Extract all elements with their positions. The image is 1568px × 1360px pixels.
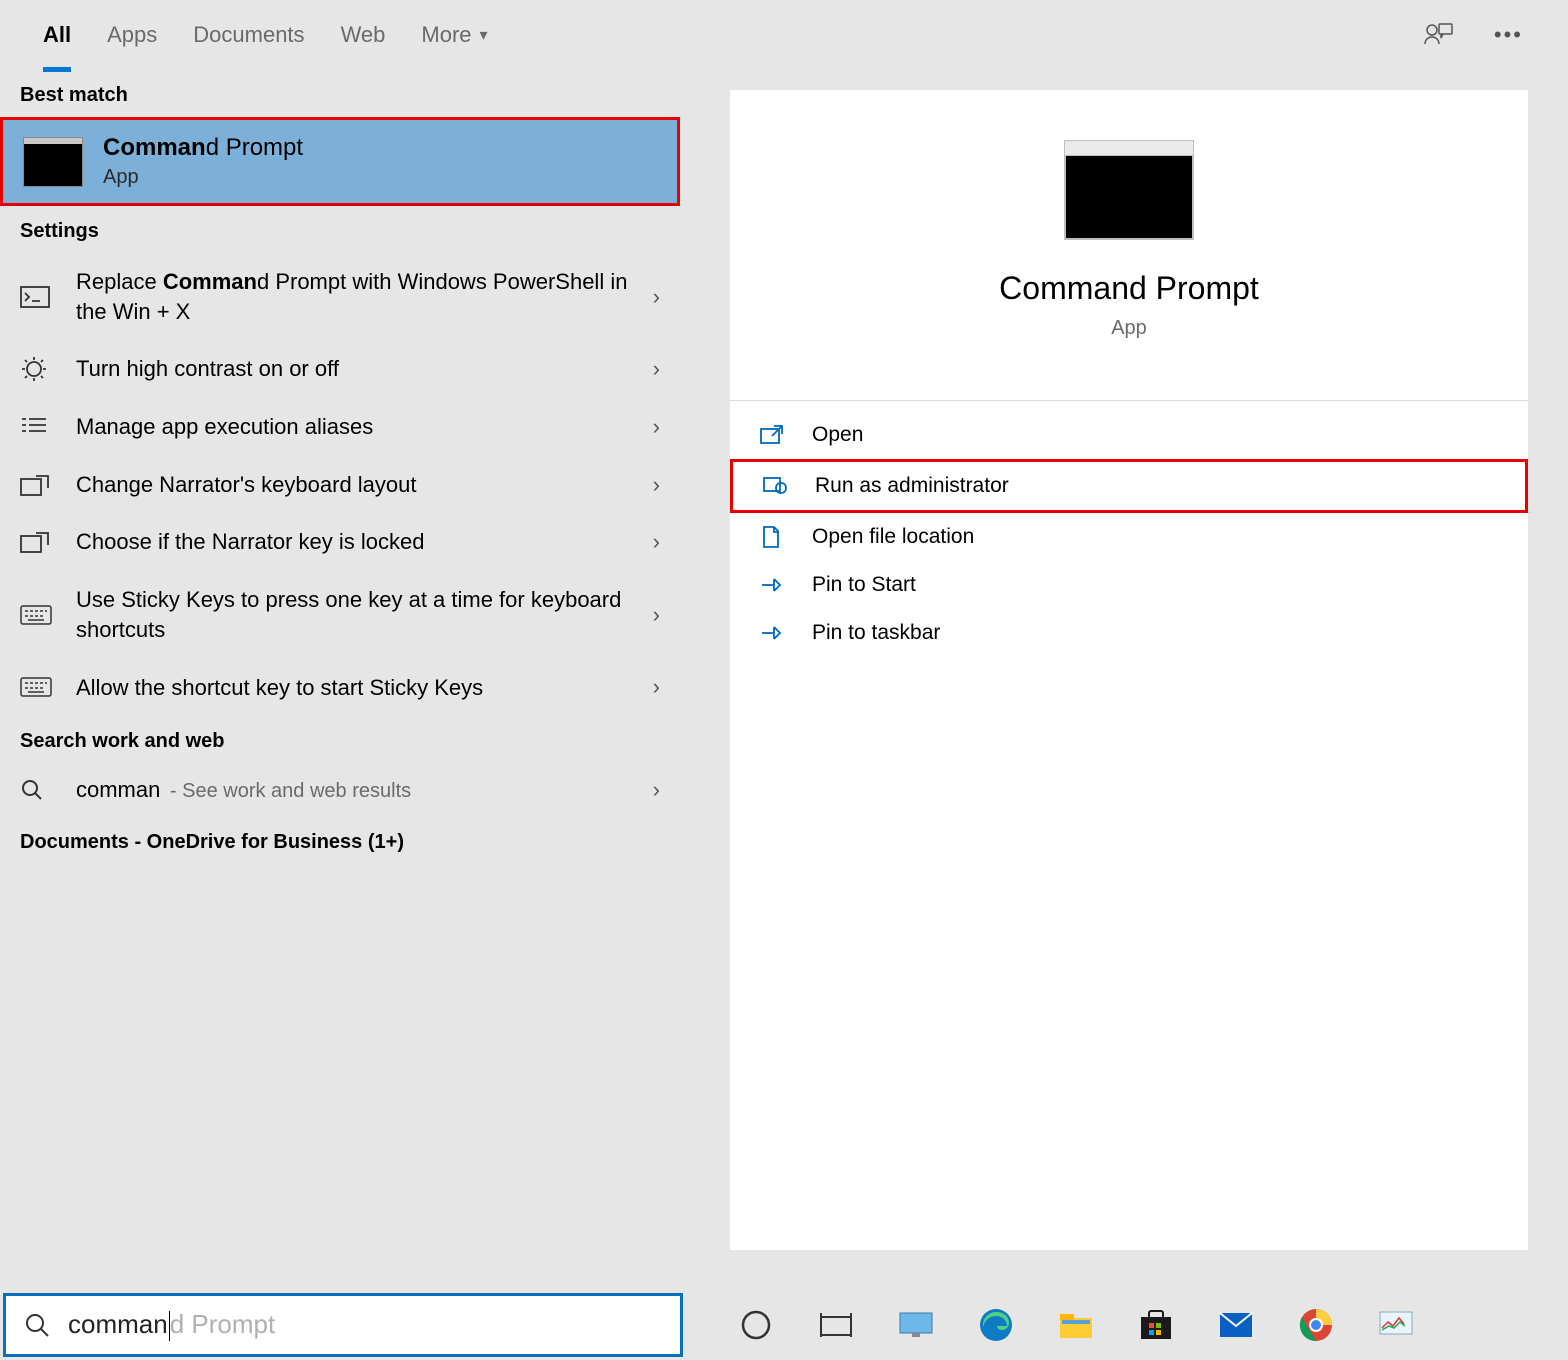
mail-icon[interactable] xyxy=(1216,1305,1256,1345)
search-box[interactable]: command Prompt xyxy=(3,1293,683,1357)
action-label: Open xyxy=(812,423,863,447)
tab-web[interactable]: Web xyxy=(323,0,404,70)
action-label: Pin to taskbar xyxy=(812,621,940,645)
section-best-match: Best match xyxy=(0,70,680,117)
settings-item-label: Change Narrator's keyboard layout xyxy=(76,470,633,500)
action-label: Pin to Start xyxy=(812,573,916,597)
chevron-down-icon: ▾ xyxy=(480,25,488,45)
action-label: Run as administrator xyxy=(815,474,1009,498)
search-icon xyxy=(20,778,56,802)
settings-item-label: Allow the shortcut key to start Sticky K… xyxy=(76,673,633,703)
pin-icon xyxy=(760,623,788,643)
settings-item-label: Manage app execution aliases xyxy=(76,412,633,442)
chevron-right-icon: › xyxy=(653,674,660,700)
action-pin-start[interactable]: Pin to Start xyxy=(730,561,1528,609)
settings-item[interactable]: Use Sticky Keys to press one key at a ti… xyxy=(0,571,680,658)
settings-item[interactable]: Manage app execution aliases › xyxy=(0,398,680,456)
chevron-right-icon: › xyxy=(653,472,660,498)
results-panel: Best match Command Prompt App Settings R… xyxy=(0,70,680,1260)
tab-more[interactable]: More▾ xyxy=(403,0,505,70)
search-filter-tabs: All Apps Documents Web More▾ ••• xyxy=(0,0,1568,70)
tab-apps[interactable]: Apps xyxy=(89,0,175,70)
narrator-icon xyxy=(20,530,56,554)
chevron-right-icon: › xyxy=(653,414,660,440)
preview-panel: Command Prompt App Open Run as administr… xyxy=(730,90,1528,1250)
contrast-icon xyxy=(20,355,56,383)
admin-icon xyxy=(763,475,791,497)
monitor-app-icon[interactable] xyxy=(1376,1305,1416,1345)
tab-all[interactable]: All xyxy=(25,0,89,70)
cortana-icon[interactable] xyxy=(736,1305,776,1345)
search-input[interactable]: command Prompt xyxy=(68,1309,662,1341)
action-open[interactable]: Open xyxy=(730,411,1528,459)
keyboard-icon xyxy=(20,605,56,625)
settings-item-label: Choose if the Narrator key is locked xyxy=(76,527,633,557)
web-query: comman xyxy=(76,777,160,802)
console-icon xyxy=(20,286,56,308)
chevron-right-icon: › xyxy=(653,284,660,310)
search-icon xyxy=(24,1312,50,1338)
settings-item[interactable]: Change Narrator's keyboard layout › xyxy=(0,456,680,514)
narrator-icon xyxy=(20,473,56,497)
explorer-icon[interactable] xyxy=(1056,1305,1096,1345)
action-open-location[interactable]: Open file location xyxy=(730,513,1528,561)
cmd-prompt-icon xyxy=(23,137,83,187)
taskbar-tray xyxy=(686,1290,1568,1360)
best-match-result[interactable]: Command Prompt App xyxy=(0,117,680,206)
settings-item-label: Turn high contrast on or off xyxy=(76,354,633,384)
action-pin-taskbar[interactable]: Pin to taskbar xyxy=(730,609,1528,657)
preview-app-icon xyxy=(1064,140,1194,240)
chevron-right-icon: › xyxy=(653,777,660,803)
web-search-item[interactable]: comman - See work and web results › xyxy=(0,763,680,817)
edge-icon[interactable] xyxy=(976,1305,1016,1345)
keyboard-icon xyxy=(20,677,56,697)
preview-subtitle: App xyxy=(730,317,1528,340)
settings-item[interactable]: Turn high contrast on or off › xyxy=(0,340,680,398)
chevron-right-icon: › xyxy=(653,529,660,555)
section-settings: Settings xyxy=(0,206,680,253)
settings-item-label: Use Sticky Keys to press one key at a ti… xyxy=(76,585,633,644)
taskbar: command Prompt xyxy=(0,1290,1568,1360)
section-search-web: Search work and web xyxy=(0,716,680,763)
action-label: Open file location xyxy=(812,525,974,549)
desktop-app-icon[interactable] xyxy=(896,1305,936,1345)
folder-icon xyxy=(760,525,788,549)
taskview-icon[interactable] xyxy=(816,1305,856,1345)
chevron-right-icon: › xyxy=(653,602,660,628)
aliases-icon xyxy=(20,415,56,439)
tab-documents[interactable]: Documents xyxy=(175,0,322,70)
action-run-admin[interactable]: Run as administrator xyxy=(730,459,1528,513)
section-documents-onedrive: Documents - OneDrive for Business (1+) xyxy=(0,817,680,864)
chevron-right-icon: › xyxy=(653,356,660,382)
best-match-title: Command Prompt xyxy=(103,134,303,162)
pin-icon xyxy=(760,575,788,595)
open-icon xyxy=(760,425,788,445)
settings-item[interactable]: Allow the shortcut key to start Sticky K… xyxy=(0,659,680,717)
more-options-icon[interactable]: ••• xyxy=(1494,22,1523,48)
settings-item[interactable]: Replace Command Prompt with Windows Powe… xyxy=(0,253,680,340)
preview-title: Command Prompt xyxy=(730,270,1528,307)
settings-item-label: Replace Command Prompt with Windows Powe… xyxy=(76,267,633,326)
web-hint: - See work and web results xyxy=(164,780,411,802)
store-icon[interactable] xyxy=(1136,1305,1176,1345)
feedback-icon[interactable] xyxy=(1424,22,1454,48)
chrome-icon[interactable] xyxy=(1296,1305,1336,1345)
settings-item[interactable]: Choose if the Narrator key is locked › xyxy=(0,513,680,571)
divider xyxy=(730,400,1528,401)
best-match-subtitle: App xyxy=(103,166,303,189)
